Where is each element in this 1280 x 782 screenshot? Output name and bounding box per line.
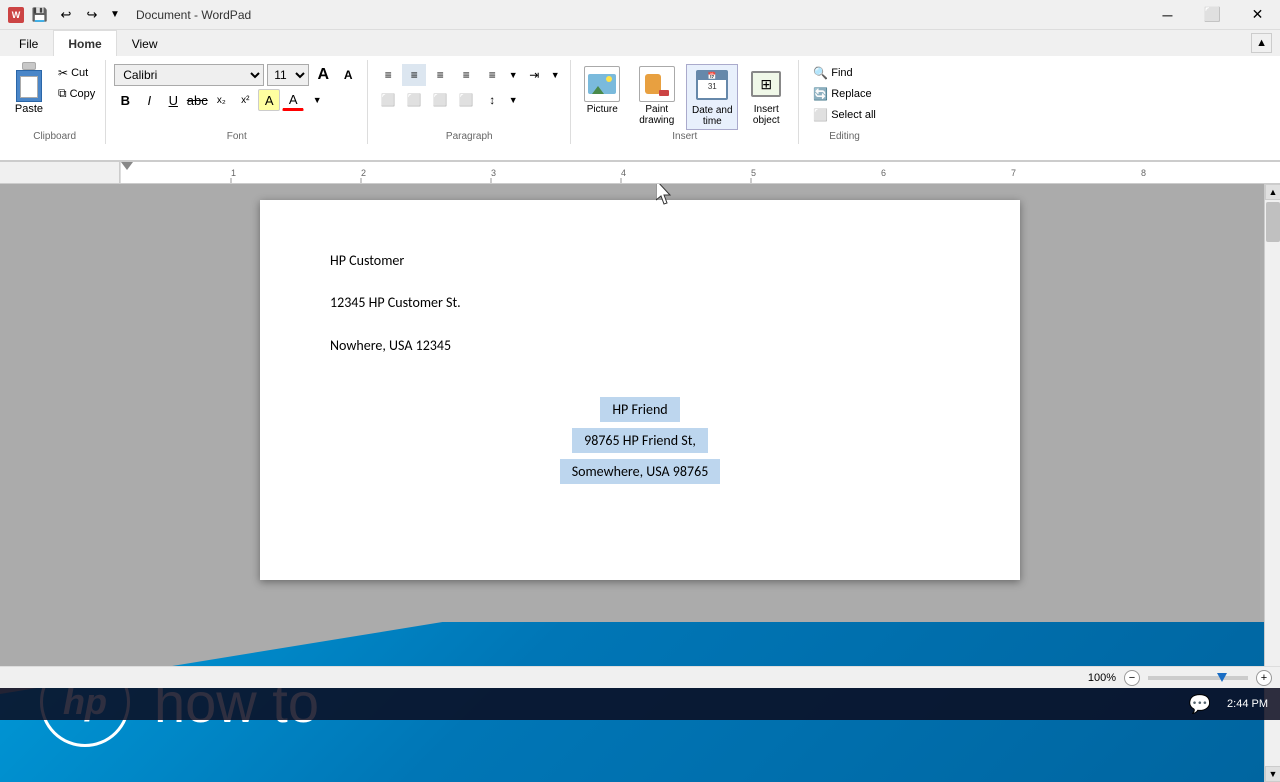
clipboard-label: Clipboard xyxy=(33,131,76,142)
datetime-button[interactable]: 📅 31 Date and time xyxy=(686,64,738,130)
font-name-select[interactable]: Calibri xyxy=(114,64,264,86)
clock-display: 2:44 PM xyxy=(1227,698,1268,710)
tab-view[interactable]: View xyxy=(117,30,173,56)
svg-text:2: 2 xyxy=(361,168,366,178)
font-grow-button[interactable]: A xyxy=(312,64,334,86)
selectall-button[interactable]: ⬜ Select all xyxy=(807,106,882,124)
editing-label: Editing xyxy=(829,131,860,142)
align-right-btn[interactable]: ≡ xyxy=(428,64,452,86)
left-indent-marker[interactable] xyxy=(121,162,133,170)
sender-city: Nowhere, USA 12345 xyxy=(330,335,950,357)
highlight-button[interactable]: A xyxy=(258,89,280,111)
picture-button[interactable]: Picture xyxy=(577,64,627,130)
sender-name: HP Customer xyxy=(330,250,950,272)
insert-label: Insert xyxy=(672,131,697,142)
paste-label: Paste xyxy=(15,103,43,115)
document-page[interactable]: HP Customer 12345 HP Customer St. Nowher… xyxy=(260,200,1020,580)
font-shrink-button[interactable]: A xyxy=(337,64,359,86)
font-label: Font xyxy=(227,131,247,142)
para-justify2[interactable]: ⬜ xyxy=(454,89,478,111)
list-btn[interactable]: ≡ xyxy=(480,64,504,86)
taskbar: 💬 2:44 PM xyxy=(0,688,1280,720)
svg-text:4: 4 xyxy=(621,168,626,178)
fontcolor-dropdown[interactable]: ▼ xyxy=(306,89,328,111)
copy-label: Copy xyxy=(70,88,96,100)
indent-dropdown[interactable]: ▼ xyxy=(548,64,562,86)
picture-label: Picture xyxy=(587,104,618,115)
close-button[interactable]: ✕ xyxy=(1235,0,1280,30)
cut-button[interactable]: ✂ Cut xyxy=(54,64,99,82)
time-display: 2:44 PM xyxy=(1227,698,1268,710)
font-group: Calibri 11 A A B I U abc x₂ x² A A ▼ Fon… xyxy=(106,60,368,144)
list-dropdown[interactable]: ▼ xyxy=(506,64,520,86)
para-align-center[interactable]: ⬜ xyxy=(402,89,426,111)
bold-button[interactable]: B xyxy=(114,89,136,111)
sender-address: 12345 HP Customer St. xyxy=(330,292,950,314)
subscript-button[interactable]: x₂ xyxy=(210,89,232,111)
replace-label: Replace xyxy=(831,88,871,100)
insertobj-label: Insert object xyxy=(742,104,790,126)
scroll-down-btn[interactable]: ▼ xyxy=(1265,766,1280,782)
window-title: Document - WordPad xyxy=(136,8,251,22)
zoom-level: 100% xyxy=(1088,672,1116,684)
align-center-btn[interactable]: ≡ xyxy=(402,64,426,86)
recipient-name: HP Friend xyxy=(600,397,679,422)
replace-button[interactable]: 🔄 Replace xyxy=(807,85,877,103)
svg-text:8: 8 xyxy=(1141,168,1146,178)
svg-text:3: 3 xyxy=(491,168,496,178)
line-spacing-btn[interactable]: ↕ xyxy=(480,89,504,111)
paint-button[interactable]: Paint drawing xyxy=(629,64,684,130)
save-quickaccess[interactable]: 💾 xyxy=(30,5,50,25)
cut-label: Cut xyxy=(71,67,88,79)
italic-button[interactable]: I xyxy=(138,89,160,111)
selectall-label: Select all xyxy=(831,109,876,121)
maximize-button[interactable]: ⬜ xyxy=(1190,0,1235,30)
app-icon: W xyxy=(8,7,24,23)
scroll-thumb[interactable] xyxy=(1266,202,1280,242)
align-left-btn[interactable]: ≡ xyxy=(376,64,400,86)
paragraph-label: Paragraph xyxy=(446,131,493,142)
svg-text:6: 6 xyxy=(881,168,886,178)
recipient-section: HP Friend 98765 HP Friend St, Somewhere,… xyxy=(330,397,950,484)
find-label: Find xyxy=(831,67,852,79)
redo-button[interactable]: ↪ xyxy=(82,5,102,25)
line-spacing-dropdown[interactable]: ▼ xyxy=(506,89,520,111)
justify-btn[interactable]: ≡ xyxy=(454,64,478,86)
copy-button[interactable]: ⧉ Copy xyxy=(54,84,99,103)
insertobj-button[interactable]: ⊞ Insert object xyxy=(740,64,792,130)
paint-label: Paint drawing xyxy=(631,104,682,126)
quickaccess-dropdown[interactable]: ▼ xyxy=(108,5,122,25)
strikethrough-button[interactable]: abc xyxy=(186,89,208,111)
recipient-address: 98765 HP Friend St, xyxy=(572,428,708,453)
svg-text:1: 1 xyxy=(231,168,236,178)
paragraph-group: ≡ ≡ ≡ ≡ ≡ ▼ ⇥ ▼ ⬜ ⬜ ⬜ ⬜ ↕ ▼ Paragraph xyxy=(368,60,571,144)
fontcolor-button[interactable]: A xyxy=(282,89,304,111)
tab-home[interactable]: Home xyxy=(53,30,116,56)
superscript-button[interactable]: x² xyxy=(234,89,256,111)
ribbon-collapse-btn[interactable]: ▲ xyxy=(1251,33,1272,53)
svg-text:5: 5 xyxy=(751,168,756,178)
minimize-button[interactable]: ─ xyxy=(1145,0,1190,30)
clipboard-group: Paste ✂ Cut ⧉ Copy Clipboard xyxy=(4,60,106,144)
zoom-out-btn[interactable]: − xyxy=(1124,670,1140,686)
insert-group: Picture Paint drawing 📅 xyxy=(571,60,799,144)
scroll-up-btn[interactable]: ▲ xyxy=(1265,184,1280,200)
chat-icon[interactable]: 💬 xyxy=(1189,694,1211,715)
recipient-city: Somewhere, USA 98765 xyxy=(560,459,721,484)
undo-button[interactable]: ↩ xyxy=(56,5,76,25)
indent-btn[interactable]: ⇥ xyxy=(522,64,546,86)
zoom-in-btn[interactable]: + xyxy=(1256,670,1272,686)
status-bar: 100% − + xyxy=(0,666,1280,688)
zoom-slider[interactable] xyxy=(1148,676,1248,680)
para-align-right[interactable]: ⬜ xyxy=(428,89,452,111)
underline-button[interactable]: U xyxy=(162,89,184,111)
para-align-left[interactable]: ⬜ xyxy=(376,89,400,111)
svg-text:7: 7 xyxy=(1011,168,1016,178)
paste-button[interactable]: Paste xyxy=(6,60,52,117)
datetime-label: Date and time xyxy=(689,105,735,127)
find-button[interactable]: 🔍 Find xyxy=(807,64,858,82)
font-size-select[interactable]: 11 xyxy=(267,64,309,86)
editing-group: 🔍 Find 🔄 Replace ⬜ Select all Editing xyxy=(799,60,890,144)
tab-file[interactable]: File xyxy=(4,30,53,56)
